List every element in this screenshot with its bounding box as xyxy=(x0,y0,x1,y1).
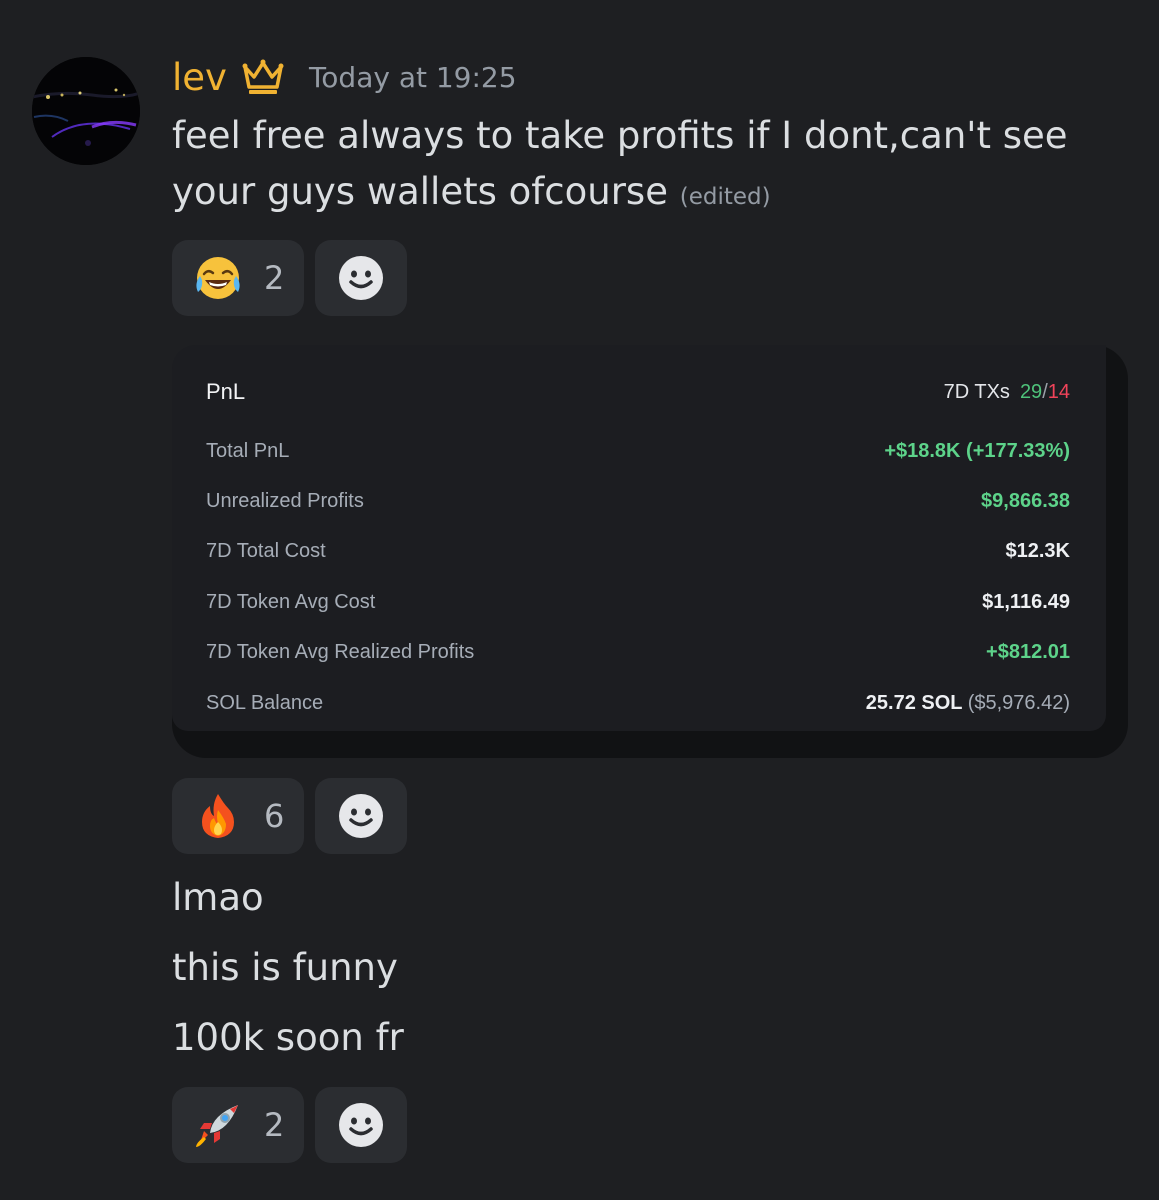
row-label: 7D Token Avg Realized Profits xyxy=(206,640,475,663)
reaction-bar-2: 6 xyxy=(172,778,407,854)
pnl-row-total-cost: 7D Total Cost $12.3K xyxy=(206,536,1070,566)
pnl-row-token-avg-cost: 7D Token Avg Cost $1,116.49 xyxy=(206,587,1070,617)
reaction-fire[interactable]: 6 xyxy=(172,778,304,854)
smile-icon xyxy=(339,256,383,300)
row-label: 7D Total Cost xyxy=(206,539,326,562)
sol-amount: 25.72 SOL xyxy=(865,691,963,714)
message-header: lev Today at 19:25 xyxy=(172,52,517,104)
reaction-count: 2 xyxy=(264,1106,285,1144)
row-value: $9,866.38 xyxy=(981,489,1070,512)
message-timestamp[interactable]: Today at 19:25 xyxy=(309,52,517,104)
reaction-bar-1: 2 xyxy=(172,240,407,316)
username[interactable]: lev xyxy=(172,52,227,104)
pnl-row-total-pnl: Total PnL +$18.8K (+177.33%) xyxy=(206,436,1070,466)
message-content: feel free always to take profits if I do… xyxy=(172,108,1072,225)
add-reaction-button[interactable] xyxy=(315,778,407,854)
pnl-title: PnL xyxy=(206,379,246,404)
row-value: $1,116.49 xyxy=(982,590,1070,613)
row-value: $12.3K xyxy=(1005,539,1071,562)
joy-emoji-icon xyxy=(196,257,240,299)
row-value: +$18.8K (+177.33%) xyxy=(884,439,1070,462)
row-value: +$812.01 xyxy=(986,640,1070,663)
txs-summary: 7D TXs 29/14 xyxy=(944,381,1070,404)
avatar[interactable] xyxy=(32,57,140,165)
pnl-row-token-avg-realized: 7D Token Avg Realized Profits +$812.01 xyxy=(206,637,1070,667)
message-text: feel free always to take profits if I do… xyxy=(172,114,1068,213)
fire-emoji-icon xyxy=(202,794,234,838)
add-reaction-button[interactable] xyxy=(315,1087,407,1163)
message-line: this is funny xyxy=(172,946,398,989)
row-value: 25.72 SOL ($5,976.42) xyxy=(866,692,1070,715)
rocket-emoji-icon xyxy=(196,1105,238,1147)
row-label: 7D Token Avg Cost xyxy=(206,590,376,613)
sol-usd-value: ($5,976.42) xyxy=(967,691,1070,714)
pnl-row-sol-balance: SOL Balance 25.72 SOL ($5,976.42) xyxy=(206,688,1070,718)
follow-up-messages: lmao this is funny 100k soon fr xyxy=(172,863,404,1073)
pnl-row-unrealized-profits: Unrealized Profits $9,866.38 xyxy=(206,486,1070,516)
txs-sells: 14 xyxy=(1047,380,1070,403)
row-label: Total PnL xyxy=(206,439,290,462)
message-line: lmao xyxy=(172,876,264,919)
reaction-bar-3: 2 xyxy=(172,1087,407,1163)
reaction-count: 2 xyxy=(264,259,285,297)
reaction-count: 6 xyxy=(264,797,285,835)
txs-buys: 29 xyxy=(1019,380,1043,403)
pnl-card: PnL 7D TXs 29/14 Total PnL +$18.8K (+177.… xyxy=(172,345,1106,731)
row-label: SOL Balance xyxy=(206,691,324,714)
reaction-joy[interactable]: 2 xyxy=(172,240,304,316)
avatar-image xyxy=(32,57,140,165)
chat-canvas: lev Today at 19:25 feel free always to t… xyxy=(0,0,1159,1200)
add-reaction-button[interactable] xyxy=(315,240,407,316)
txs-label: 7D TXs xyxy=(943,380,1010,403)
smile-icon xyxy=(339,794,383,838)
row-label: Unrealized Profits xyxy=(206,489,364,512)
message-line: 100k soon fr xyxy=(172,1016,404,1059)
reaction-rocket[interactable]: 2 xyxy=(172,1087,304,1163)
pnl-header: PnL 7D TXs 29/14 xyxy=(206,375,1070,409)
smile-icon xyxy=(339,1103,383,1147)
edited-label: (edited) xyxy=(679,184,771,210)
crown-icon[interactable] xyxy=(241,57,285,97)
pnl-embed-image[interactable]: PnL 7D TXs 29/14 Total PnL +$18.8K (+177.… xyxy=(172,345,1128,758)
